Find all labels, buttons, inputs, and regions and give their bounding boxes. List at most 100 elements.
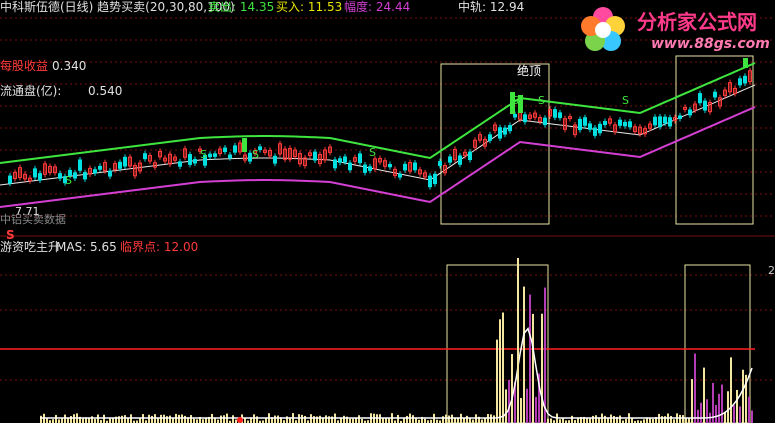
buy-price: 买入: 11.53 xyxy=(276,0,343,14)
candle-body xyxy=(458,155,462,165)
volume-bar xyxy=(706,399,708,423)
volume-bar xyxy=(235,419,237,423)
volume-bar xyxy=(697,409,699,423)
volume-bar xyxy=(70,416,72,423)
volume-bar xyxy=(673,419,675,423)
volume-bar xyxy=(232,415,234,423)
eps-value: 0.340 xyxy=(52,59,87,73)
candle-body xyxy=(223,147,227,153)
candle-body xyxy=(98,165,102,170)
lower-band-line xyxy=(0,106,756,208)
candle-body xyxy=(388,164,392,168)
range-value: 幅度: 24.44 xyxy=(344,0,411,14)
volume-bar xyxy=(388,418,390,423)
volume-bar xyxy=(742,369,744,423)
volume-bar xyxy=(193,418,195,423)
volume-bar xyxy=(196,419,198,423)
volume-bar xyxy=(577,418,579,423)
candle-body xyxy=(553,109,557,118)
volume-bar xyxy=(718,393,720,423)
sell-signal-marker: S xyxy=(252,148,259,161)
float-label: 流通盘(亿): xyxy=(0,84,62,98)
logo-url: www.88gs.com xyxy=(651,36,770,52)
volume-bar xyxy=(109,418,111,423)
candle-body xyxy=(678,115,682,120)
volume-bar xyxy=(595,415,597,423)
candle-body xyxy=(508,125,512,132)
candle-body xyxy=(543,117,547,126)
candle-body xyxy=(618,119,622,126)
volume-bar xyxy=(535,396,537,423)
chart-canvas[interactable]: S S S S S S S xyxy=(0,0,775,423)
mas-value: MAS: 5.65 xyxy=(56,240,117,254)
highlight-candle xyxy=(242,138,247,152)
volume-bar xyxy=(406,415,408,423)
volume-bar xyxy=(571,415,573,423)
volume-bar xyxy=(643,419,645,423)
candle-body xyxy=(143,153,147,160)
candle-body xyxy=(208,153,212,158)
volume-bar xyxy=(319,415,321,423)
candle-body xyxy=(588,123,592,130)
candle-body xyxy=(93,169,97,174)
volume-bar xyxy=(178,414,180,423)
candle-body xyxy=(108,170,112,177)
volume-bar xyxy=(202,419,204,423)
volume-bar xyxy=(121,415,123,423)
candle-body xyxy=(58,173,62,179)
volume-bar xyxy=(592,415,594,423)
candle-body xyxy=(363,164,367,173)
volume-bar xyxy=(217,419,219,423)
site-logo[interactable]: 分析家公式网 www.88gs.com xyxy=(575,2,771,60)
volume-bar xyxy=(508,379,510,423)
volume-bar xyxy=(166,416,168,423)
volume-bar xyxy=(700,402,702,423)
candle-body xyxy=(623,121,627,127)
volume-bar xyxy=(496,339,498,423)
volume-bar xyxy=(97,414,99,423)
volume-bar xyxy=(361,418,363,423)
candle-body xyxy=(743,75,747,84)
volume-bar xyxy=(493,415,495,423)
volume-bar xyxy=(550,418,552,423)
volume-bar xyxy=(661,416,663,423)
volume-bar xyxy=(733,405,735,423)
volume-bar xyxy=(190,415,192,423)
volume-bar xyxy=(55,414,57,423)
volume-bar xyxy=(412,415,414,423)
volume-bar xyxy=(157,418,159,423)
volume-bar xyxy=(562,418,564,423)
volume-bar xyxy=(313,416,315,423)
volume-bar xyxy=(619,415,621,423)
candle-body xyxy=(468,151,472,161)
volume-bar xyxy=(670,415,672,423)
volume-bar xyxy=(244,418,246,423)
volume-bar xyxy=(559,419,561,423)
volume-bar xyxy=(358,415,360,423)
volume-bar xyxy=(397,414,399,423)
volume-bar xyxy=(385,418,387,423)
eps-label: 每股收益 xyxy=(0,59,49,73)
volume-bar xyxy=(469,418,471,423)
volume-bar xyxy=(541,313,543,423)
candle-body xyxy=(78,159,82,171)
sell-signal-marker: S xyxy=(622,94,629,107)
volume-bar xyxy=(445,414,447,423)
volume-bar xyxy=(451,414,453,423)
volume-bar xyxy=(736,389,738,423)
candle-body xyxy=(233,145,237,153)
candle-body xyxy=(503,127,507,135)
volume-bar xyxy=(748,396,750,423)
volume-bar xyxy=(349,418,351,423)
candle-body xyxy=(513,114,517,118)
volume-bar xyxy=(127,418,129,423)
sell-price: 卖出: 14.35 xyxy=(208,0,275,14)
volume-bar xyxy=(625,419,627,423)
volume-bar xyxy=(223,415,225,423)
volume-bar xyxy=(40,415,42,423)
volume-bar xyxy=(664,416,666,423)
logo-title: 分析家公式网 xyxy=(637,10,757,34)
highlight-boxes xyxy=(440,55,754,423)
volume-bar xyxy=(169,415,171,423)
volume-bar xyxy=(58,419,60,423)
